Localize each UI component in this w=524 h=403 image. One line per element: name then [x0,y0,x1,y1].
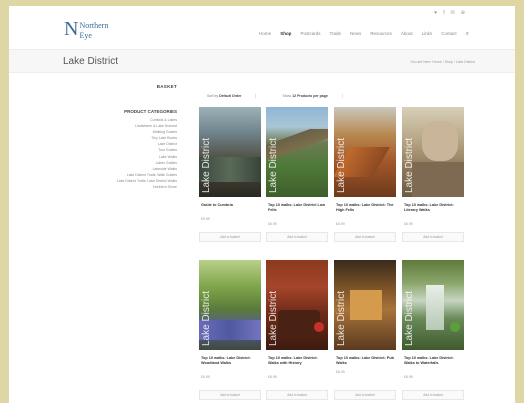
product-price: £6.99 [336,222,345,226]
cover-title: Lake District [404,137,415,193]
add-to-basket-button[interactable]: Add to basket [402,232,464,242]
product-cover-image[interactable]: Lake District [402,260,464,350]
add-to-basket-button[interactable]: Add to basket [334,390,396,400]
add-to-basket-label: Add to basket [355,393,375,397]
product-cover-image[interactable]: Lake District [334,107,396,197]
logo-line1: Northern [79,21,109,30]
shop-toolbar: Sort by Default Order Show 12 Products p… [207,94,343,98]
main-nav: Home Shop Postcards Trade News Resources… [259,31,469,37]
add-to-basket-label: Add to basket [423,393,443,397]
add-to-basket-button[interactable]: Add to basket [334,232,396,242]
product-cover-image[interactable]: Lake District [334,260,396,350]
sidebar: BASKET PRODUCT CATEGORIES Cumbria & Lake… [73,84,177,190]
add-to-basket-label: Add to basket [287,393,307,397]
add-to-basket-label: Add to basket [220,393,240,397]
logo-line2: Eye [79,31,92,40]
nav-contact[interactable]: Contact [441,31,457,37]
sort-prefix: Sort by [207,94,219,98]
product-cover-image[interactable]: Lake District [266,107,328,197]
mail-icon[interactable]: ✉ [451,10,455,16]
nav-home[interactable]: Home [259,31,271,37]
show-prefix: Show [282,94,292,98]
product-name[interactable]: Top 10 walks: Lake District: Literary Wa… [404,203,462,213]
product-cover-image[interactable]: Lake District [266,260,328,350]
product-cover-image[interactable]: Lake District [199,107,261,197]
product-name[interactable]: Top 10 walks: Lake District: The High Fe… [336,203,394,213]
globe-icon[interactable]: ⊕ [461,10,465,16]
product-name[interactable]: Top 10 walks: Lake District: Woodland Wa… [201,356,259,366]
per-page-value: 12 Products per page [292,94,328,98]
cover-title: Lake District [336,137,347,193]
breadcrumb[interactable]: You are here: Home / Shop / Lake Distric… [411,60,475,64]
social-links: ♥ f ✉ ⊕ [434,10,465,16]
basket-heading: BASKET [156,84,177,89]
sort-value: Default Order [219,94,242,98]
search-icon[interactable]: ⌕ [466,31,469,37]
product-price: £9.99 [201,217,210,221]
page-title: Lake District [63,56,119,67]
nav-news[interactable]: News [350,31,361,37]
product-name[interactable]: Top 10 walks: Lake District: Walks to Wa… [404,356,462,366]
product-name[interactable]: Top 10 walks: Lake District Low Fells [268,203,326,213]
categories-heading: PRODUCT CATEGORIES [124,109,177,114]
add-to-basket-label: Add to basket [287,235,307,239]
product-price: £6.99 [404,375,413,379]
site-header: ♥ f ✉ ⊕ N Northern Eye Home Shop Postcar… [9,6,515,46]
nav-trade[interactable]: Trade [329,31,341,37]
nav-resources[interactable]: Resources [370,31,392,37]
add-to-basket-button[interactable]: Add to basket [266,390,328,400]
page-title-bar: Lake District You are here: Home / Shop … [9,49,515,73]
nav-shop[interactable]: Shop [280,31,291,37]
page: ♥ f ✉ ⊕ N Northern Eye Home Shop Postcar… [9,6,515,403]
heart-icon[interactable]: ♥ [434,10,437,16]
logo-mark: N [64,18,79,40]
add-to-basket-label: Add to basket [355,235,375,239]
product-cover-image[interactable]: Lake District [199,260,261,350]
add-to-basket-button[interactable]: Add to basket [402,390,464,400]
product-price: £6.99 [268,375,277,379]
cover-title: Lake District [201,290,212,346]
product-name[interactable]: Guide to Cumbria [201,203,259,208]
cover-title: Lake District [268,137,279,193]
add-to-basket-label: Add to basket [220,235,240,239]
nav-about[interactable]: About [401,31,413,37]
cover-title: Lake District [201,137,212,193]
product-name[interactable]: Top 10 walks: Lake District: Pub Walks [336,356,394,366]
nav-links[interactable]: Links [422,31,433,37]
badge-icon [450,322,460,332]
badge-icon [314,322,324,332]
nav-postcards[interactable]: Postcards [300,31,320,37]
category-list: Cumbria & Lakes Lindisfarne & Lake Nocre… [73,117,177,190]
product-name[interactable]: Top 10 walks: Lake District: Walks with … [268,356,326,366]
product-price: £6.99 [268,222,277,226]
add-to-basket-button[interactable]: Add to basket [266,232,328,242]
cover-title: Lake District [336,290,347,346]
product-price: £6.99 [201,375,210,379]
cover-title: Lake District [268,290,279,346]
add-to-basket-label: Add to basket [423,235,443,239]
product-price: £6.99 [336,370,345,374]
cover-title: Lake District [404,290,415,346]
facebook-icon[interactable]: f [443,10,444,16]
category-item[interactable]: Northern Shore [73,184,177,190]
product-cover-image[interactable]: Lake District [402,107,464,197]
site-logo[interactable]: N Northern Eye [64,18,109,40]
add-to-basket-button[interactable]: Add to basket [199,390,261,400]
per-page-dropdown[interactable]: Show 12 Products per page [282,94,343,98]
sort-dropdown[interactable]: Sort by Default Order [207,94,257,98]
product-price: £6.99 [404,222,413,226]
add-to-basket-button[interactable]: Add to basket [199,232,261,242]
